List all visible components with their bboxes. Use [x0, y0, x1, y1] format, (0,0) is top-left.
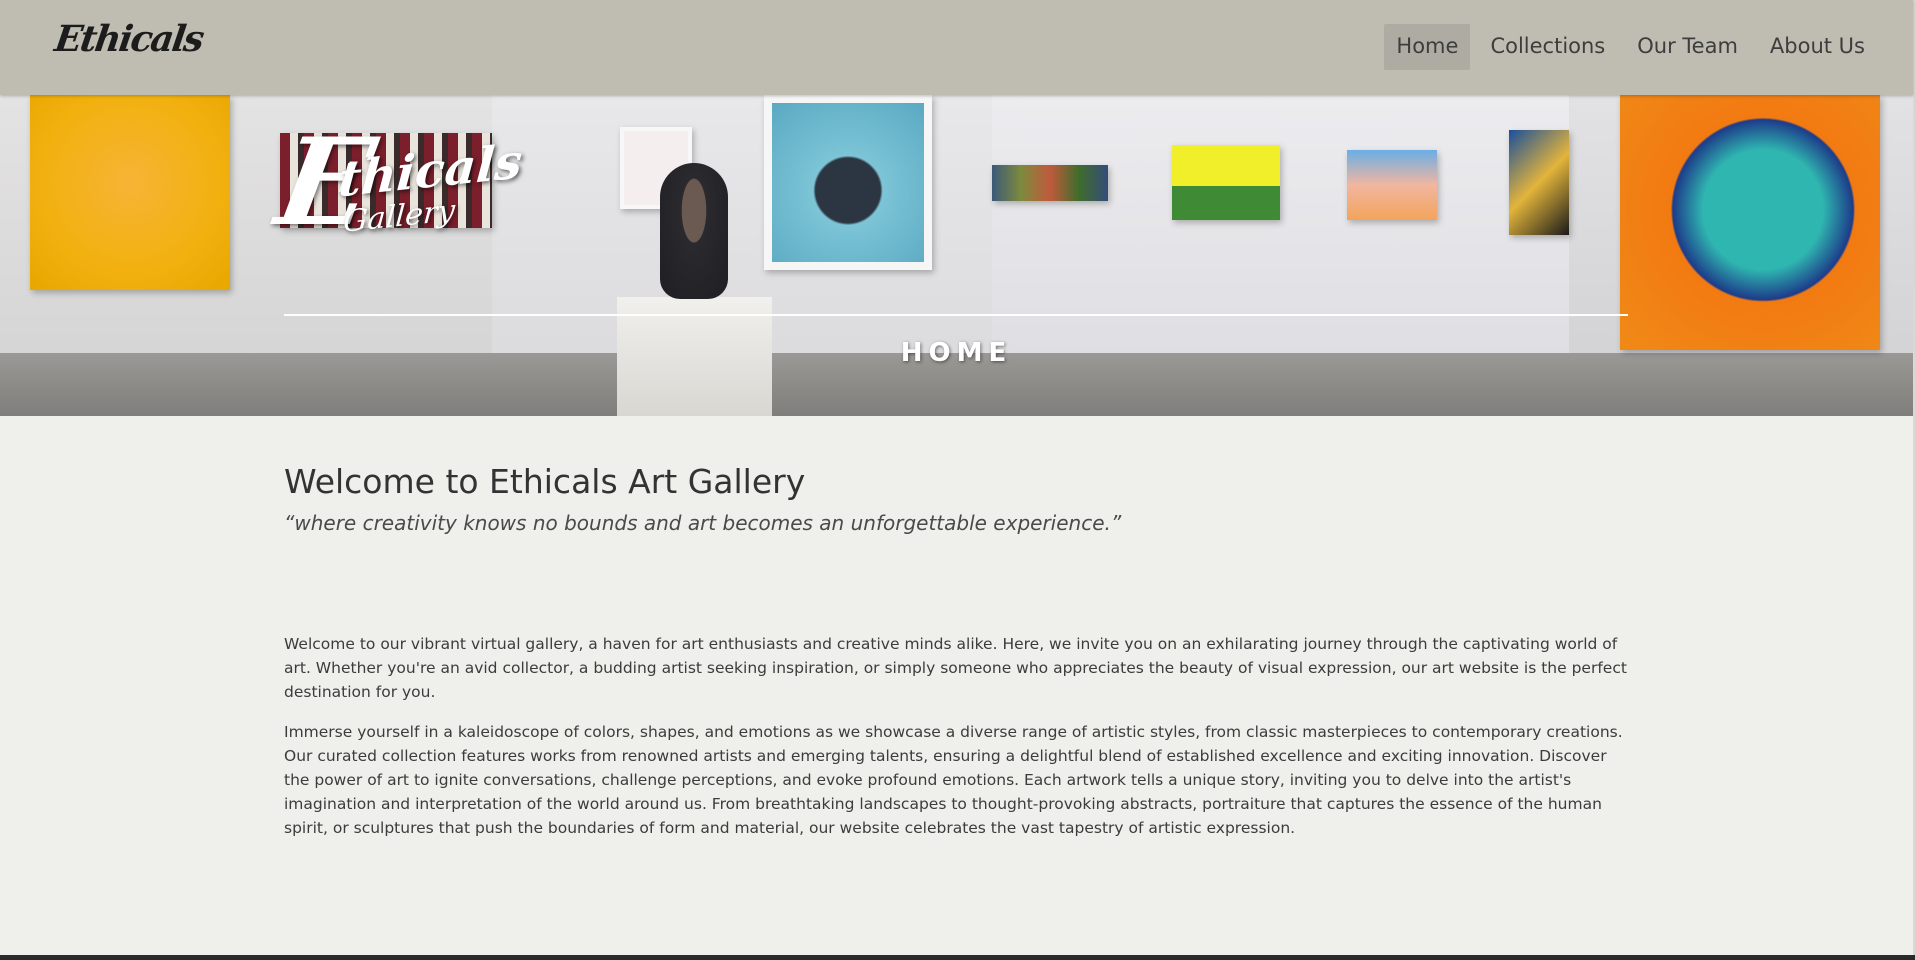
artwork-landscape-strip — [992, 165, 1108, 201]
artwork-blue-water — [764, 95, 932, 270]
sculpture-figure — [660, 163, 728, 299]
window-bottom-edge — [0, 955, 1915, 960]
hero-divider — [284, 314, 1628, 316]
nav-menu: Home Collections Our Team About Us — [1376, 24, 1877, 70]
artwork-yellow-painting — [30, 95, 230, 290]
artwork-portrait-woman — [1620, 95, 1880, 350]
artwork-green-yellow — [1172, 145, 1280, 220]
collection-paragraph: Immerse yourself in a kaleidoscope of co… — [284, 723, 1623, 837]
nav-item-collections[interactable]: Collections — [1478, 24, 1617, 70]
navbar: Ethicals Home Collections Our Team About… — [0, 0, 1913, 95]
page-title: Welcome to Ethicals Art Gallery — [284, 462, 806, 501]
main-content: Welcome to Ethicals Art Gallery “where c… — [284, 462, 1634, 837]
brand-logo[interactable]: Ethicals — [52, 18, 205, 60]
artwork-sunset — [1347, 150, 1437, 220]
hero-title: HOME — [900, 338, 1013, 368]
nav-item-home[interactable]: Home — [1384, 24, 1471, 70]
nav-item-our-team[interactable]: Our Team — [1625, 24, 1750, 70]
intro-paragraph: Welcome to our vibrant virtual gallery, … — [284, 635, 1627, 701]
hero-banner: E thicals Gallery HOME — [0, 95, 1913, 416]
tagline: “where creativity knows no bounds and ar… — [284, 511, 1122, 535]
artwork-abstract-blue — [1509, 130, 1569, 235]
nav-item-about-us[interactable]: About Us — [1758, 24, 1877, 70]
hero-logo: E thicals Gallery — [268, 112, 524, 253]
